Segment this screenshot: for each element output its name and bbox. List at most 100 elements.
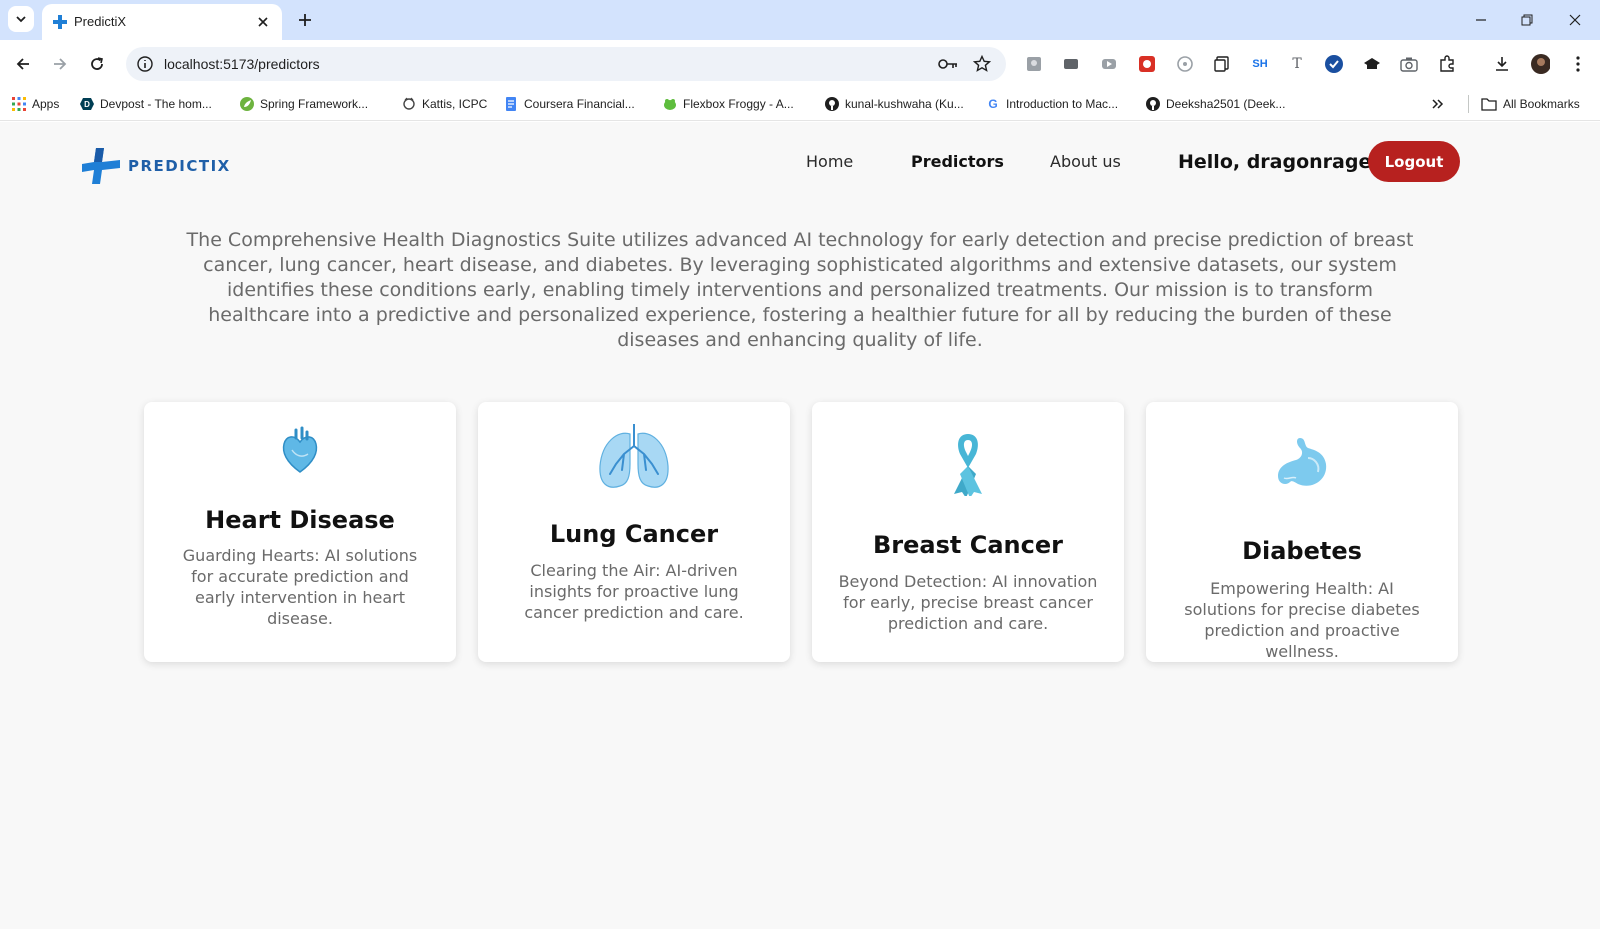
tab-title: PredictiX: [74, 14, 127, 29]
bookmark-kattis[interactable]: Kattis, ICPC: [402, 95, 487, 113]
predictix-favicon-icon: [53, 15, 67, 29]
avatar: [1531, 54, 1550, 74]
profile-button[interactable]: [1530, 54, 1550, 74]
password-key-button[interactable]: [938, 55, 958, 73]
card-title: Heart Disease: [205, 506, 395, 534]
extension-5-button[interactable]: [1175, 55, 1195, 73]
nav-about-link[interactable]: About us: [1050, 152, 1121, 171]
heart-icon: [144, 426, 456, 476]
page-body: PREDICTIX Home Predictors About us Hello…: [0, 122, 1600, 929]
forward-button[interactable]: [47, 51, 73, 77]
nav-predictors-link[interactable]: Predictors: [911, 152, 1004, 171]
bookmark-devpost[interactable]: D Devpost - The hom...: [80, 95, 212, 113]
bookmark-apps[interactable]: Apps: [12, 95, 59, 113]
extension-hat-icon: [1364, 58, 1380, 69]
stomach-icon: [1146, 436, 1458, 490]
extension-sh-button[interactable]: SH: [1250, 55, 1270, 73]
back-button[interactable]: [10, 51, 36, 77]
logout-button[interactable]: Logout: [1368, 141, 1460, 182]
extension-2-button[interactable]: [1061, 55, 1081, 73]
key-icon: [938, 59, 957, 69]
card-diabetes[interactable]: Diabetes Empowering Health: AI solutions…: [1146, 402, 1458, 662]
downloads-button[interactable]: [1492, 55, 1512, 73]
arrow-left-icon: [16, 58, 29, 70]
card-heart-disease[interactable]: Heart Disease Guarding Hearts: AI soluti…: [144, 402, 456, 662]
card-description: Guarding Hearts: AI solutions for accura…: [182, 546, 418, 628]
active-tab[interactable]: PredictiX: [42, 4, 282, 40]
medical-cross-logo-icon: [82, 148, 120, 184]
extension-1-button[interactable]: [1024, 55, 1044, 73]
close-window-button[interactable]: [1562, 8, 1588, 32]
bookmark-coursera[interactable]: Coursera Financial...: [504, 95, 635, 113]
spring-icon: [240, 97, 254, 111]
extension-red-icon: [1139, 56, 1155, 72]
restore-button[interactable]: [1514, 8, 1540, 32]
puzzle-icon: [1440, 55, 1454, 72]
intro-paragraph: The Comprehensive Health Diagnostics Sui…: [186, 229, 1414, 351]
minimize-button[interactable]: [1468, 8, 1494, 32]
tab-close-button[interactable]: [254, 13, 272, 31]
bookmark-kunal-github[interactable]: kunal-kushwaha (Ku...: [825, 95, 964, 113]
nav-home-link[interactable]: Home: [806, 152, 853, 171]
reload-button[interactable]: [84, 51, 110, 77]
extension-3-button[interactable]: [1099, 55, 1119, 73]
bookmark-label: kunal-kushwaha (Ku...: [845, 97, 964, 111]
card-lung-cancer[interactable]: Lung Cancer Clearing the Air: AI-driven …: [478, 402, 790, 662]
extension-hat-button[interactable]: [1362, 55, 1382, 73]
bookmark-label: Flexbox Froggy - A...: [683, 97, 794, 111]
new-tab-button[interactable]: [294, 9, 316, 31]
bookmark-label: Spring Framework...: [260, 97, 369, 111]
bookmark-label: Coursera Financial...: [524, 97, 635, 111]
extension-copy-icon: [1214, 56, 1229, 72]
extension-6-button[interactable]: [1212, 55, 1232, 73]
extension-check-button[interactable]: [1324, 55, 1344, 73]
extension-camera-button[interactable]: [1399, 55, 1419, 73]
download-icon: [1496, 57, 1508, 71]
github-icon: [1146, 97, 1160, 111]
browser-tabstrip: PredictiX: [0, 0, 1600, 40]
bookmark-intro-mac[interactable]: G Introduction to Mac...: [986, 95, 1118, 113]
reload-icon: [91, 57, 103, 70]
extension-video-icon: [1102, 59, 1116, 69]
check-circle-icon: [1325, 55, 1343, 73]
extension-t-label: T: [1292, 56, 1302, 72]
all-bookmarks-button[interactable]: All Bookmarks: [1468, 95, 1580, 113]
url-text: localhost:5173/predictors: [164, 56, 320, 72]
address-bar[interactable]: localhost:5173/predictors: [126, 47, 1006, 81]
card-description: Empowering Health: AI solutions for prec…: [1184, 579, 1420, 661]
frog-icon: [664, 99, 676, 110]
card-title: Lung Cancer: [549, 520, 719, 548]
bookmarks-bar: Apps D Devpost - The hom... Spring Frame…: [0, 87, 1600, 121]
tab-search-button[interactable]: [8, 6, 34, 32]
extension-4-button[interactable]: [1137, 55, 1157, 73]
card-description: Clearing the Air: AI-driven insights for…: [524, 561, 744, 622]
chevron-down-icon: [16, 16, 26, 23]
bookmark-spring[interactable]: Spring Framework...: [240, 95, 368, 113]
browser-menu-button[interactable]: [1568, 55, 1588, 73]
apps-grid-icon: [12, 97, 26, 111]
svg-text:D: D: [84, 100, 90, 109]
site-info-icon[interactable]: [136, 55, 154, 73]
extension-sh-label: SH: [1252, 58, 1268, 70]
bookmark-label: Introduction to Mac...: [1006, 97, 1119, 111]
bookmark-label: Kattis, ICPC: [422, 97, 488, 111]
restore-icon: [1521, 14, 1533, 26]
extensions-menu-button[interactable]: [1437, 55, 1457, 73]
card-breast-cancer[interactable]: Breast Cancer Beyond Detection: AI innov…: [812, 402, 1124, 662]
bookmarks-overflow-button[interactable]: [1432, 95, 1444, 113]
svg-text:G: G: [988, 97, 997, 111]
logo-text: PREDICTIX: [128, 157, 231, 175]
extension-t-button[interactable]: T: [1287, 55, 1307, 73]
predictix-logo[interactable]: PREDICTIX: [80, 146, 231, 186]
bookmark-flexbox-froggy[interactable]: Flexbox Froggy - A...: [663, 95, 794, 113]
bookmark-star-button[interactable]: [972, 55, 992, 73]
double-chevron-right-icon: [1432, 99, 1444, 109]
lungs-icon: [478, 424, 790, 492]
arrow-right-icon: [54, 58, 67, 70]
minimize-icon: [1476, 19, 1486, 21]
ribbon-icon: [812, 432, 1124, 496]
browser-toolbar: localhost:5173/predictors SH T: [0, 40, 1600, 87]
camera-icon: [1400, 57, 1418, 72]
card-title: Breast Cancer: [873, 531, 1063, 559]
bookmark-deeksha-github[interactable]: Deeksha2501 (Deek...: [1146, 95, 1285, 113]
